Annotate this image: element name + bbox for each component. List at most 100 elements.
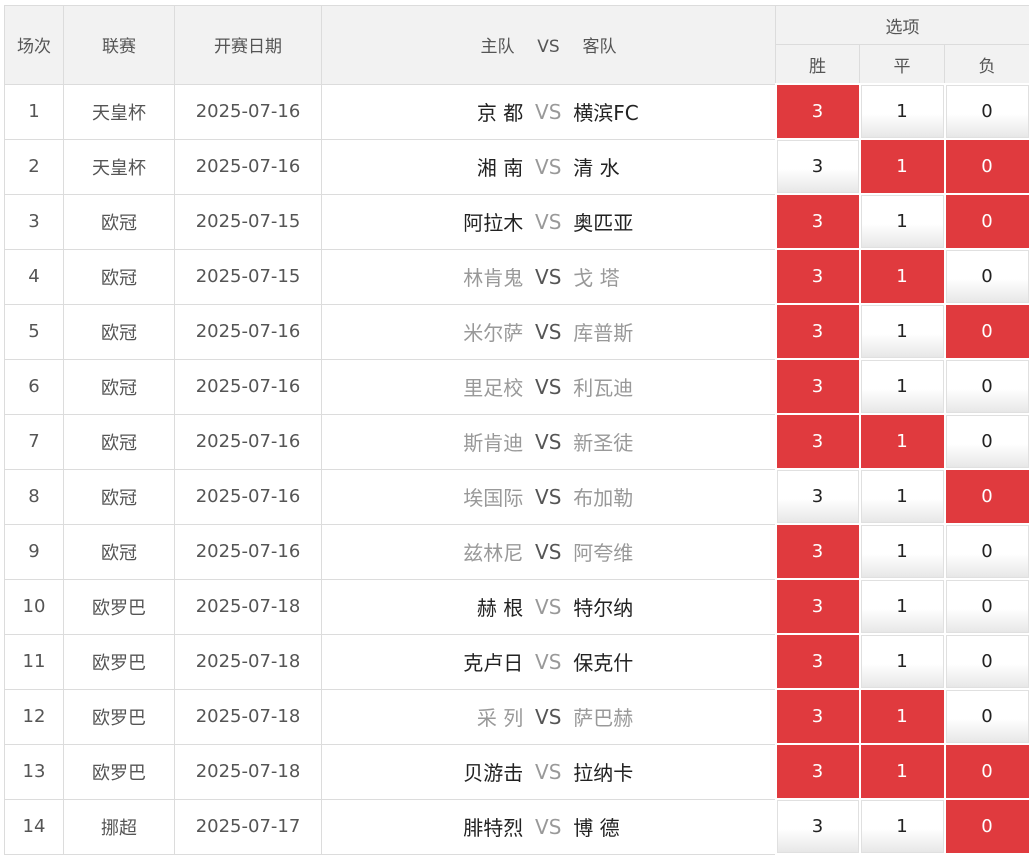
home-team: 采 列 [323,702,523,731]
match-number: 8 [5,469,64,524]
league-name: 欧冠 [64,194,175,249]
option-win-button[interactable]: 3 [776,139,860,194]
option-win-button[interactable]: 3 [776,799,860,854]
match-date: 2025-07-16 [175,414,322,469]
match-number: 5 [5,304,64,359]
away-team: 特尔纳 [573,592,773,621]
header-vs: VS [537,37,559,57]
home-team: 湘 南 [323,152,523,181]
table-row: 8欧冠2025-07-16埃国际VS布加勒310 [5,469,1029,524]
vs-label: VS [523,485,573,509]
option-draw-button[interactable]: 1 [860,524,945,579]
away-team: 横滨FC [573,97,773,126]
header-match-number: 场次 [5,6,64,85]
option-lose-button[interactable]: 0 [945,359,1029,414]
vs-label: VS [523,595,573,619]
option-lose-button[interactable]: 0 [945,634,1029,689]
match-teams: 埃国际VS布加勒 [322,469,776,524]
option-win-button[interactable]: 3 [776,84,860,139]
option-draw-button[interactable]: 1 [860,634,945,689]
option-lose-button[interactable]: 0 [945,249,1029,304]
away-team: 拉纳卡 [573,757,773,786]
table-header: 场次 联赛 开赛日期 主队 VS 客队 选项 胜 平 负 [5,6,1029,85]
home-team: 兹林尼 [323,537,523,566]
league-name: 天皇杯 [64,139,175,194]
option-lose-button[interactable]: 0 [945,414,1029,469]
table-row: 10欧罗巴2025-07-18赫 根VS特尔纳310 [5,579,1029,634]
home-team: 赫 根 [323,592,523,621]
option-lose-button[interactable]: 0 [945,469,1029,524]
table-row: 14挪超2025-07-17腓特烈VS博 德310 [5,799,1029,854]
option-draw-button[interactable]: 1 [860,249,945,304]
header-away: 客队 [583,37,617,57]
league-name: 欧罗巴 [64,744,175,799]
header-lose: 负 [945,45,1029,85]
league-name: 欧冠 [64,469,175,524]
match-date: 2025-07-16 [175,524,322,579]
option-win-button[interactable]: 3 [776,579,860,634]
option-win-button[interactable]: 3 [776,524,860,579]
table-row: 12欧罗巴2025-07-18采 列VS萨巴赫310 [5,689,1029,744]
match-date: 2025-07-18 [175,744,322,799]
option-win-button[interactable]: 3 [776,469,860,524]
option-win-button[interactable]: 3 [776,194,860,249]
option-lose-button[interactable]: 0 [945,579,1029,634]
option-win-button[interactable]: 3 [776,304,860,359]
league-name: 欧罗巴 [64,689,175,744]
option-draw-button[interactable]: 1 [860,744,945,799]
option-lose-button[interactable]: 0 [945,524,1029,579]
match-number: 9 [5,524,64,579]
option-draw-button[interactable]: 1 [860,194,945,249]
header-teams: 主队 VS 客队 [322,6,776,85]
option-lose-button[interactable]: 0 [945,194,1029,249]
match-number: 6 [5,359,64,414]
option-draw-button[interactable]: 1 [860,139,945,194]
league-name: 欧冠 [64,249,175,304]
header-start-date: 开赛日期 [175,6,322,85]
option-draw-button[interactable]: 1 [860,304,945,359]
option-win-button[interactable]: 3 [776,634,860,689]
option-draw-button[interactable]: 1 [860,689,945,744]
option-draw-button[interactable]: 1 [860,84,945,139]
option-draw-button[interactable]: 1 [860,799,945,854]
away-team: 布加勒 [573,482,773,511]
home-team: 斯肯迪 [323,427,523,456]
away-team: 利瓦迪 [573,372,773,401]
option-win-button[interactable]: 3 [776,744,860,799]
option-win-button[interactable]: 3 [776,359,860,414]
vs-label: VS [523,650,573,674]
table-row: 1天皇杯2025-07-16京 都VS横滨FC310 [5,84,1029,139]
away-team: 博 德 [573,812,773,841]
option-lose-button[interactable]: 0 [945,799,1029,854]
away-team: 保克什 [573,647,773,676]
option-lose-button[interactable]: 0 [945,84,1029,139]
table-row: 5欧冠2025-07-16米尔萨VS库普斯310 [5,304,1029,359]
away-team: 萨巴赫 [573,702,773,731]
option-draw-button[interactable]: 1 [860,579,945,634]
option-draw-button[interactable]: 1 [860,414,945,469]
match-teams: 贝游击VS拉纳卡 [322,744,776,799]
home-team: 阿拉木 [323,207,523,236]
vs-label: VS [523,540,573,564]
match-teams: 阿拉木VS奥匹亚 [322,194,776,249]
option-lose-button[interactable]: 0 [945,689,1029,744]
match-date: 2025-07-16 [175,359,322,414]
home-team: 京 都 [323,97,523,126]
option-lose-button[interactable]: 0 [945,744,1029,799]
match-number: 11 [5,634,64,689]
away-team: 清 水 [573,152,773,181]
option-draw-button[interactable]: 1 [860,359,945,414]
match-teams: 京 都VS横滨FC [322,84,776,139]
vs-label: VS [523,210,573,234]
option-draw-button[interactable]: 1 [860,469,945,524]
match-teams: 里足校VS利瓦迪 [322,359,776,414]
option-win-button[interactable]: 3 [776,249,860,304]
home-team: 埃国际 [323,482,523,511]
league-name: 欧罗巴 [64,634,175,689]
option-lose-button[interactable]: 0 [945,139,1029,194]
option-win-button[interactable]: 3 [776,414,860,469]
option-win-button[interactable]: 3 [776,689,860,744]
option-lose-button[interactable]: 0 [945,304,1029,359]
table-row: 13欧罗巴2025-07-18贝游击VS拉纳卡310 [5,744,1029,799]
home-team: 里足校 [323,372,523,401]
